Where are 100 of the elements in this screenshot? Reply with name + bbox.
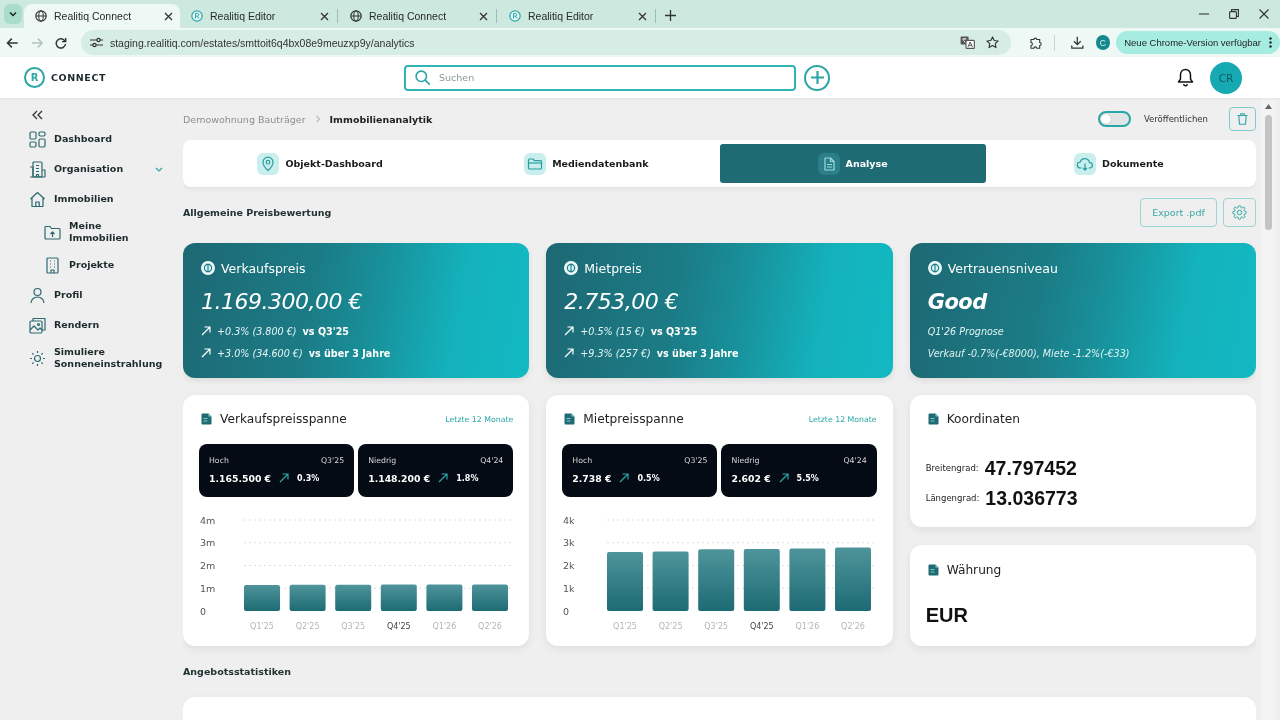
tab[interactable]: Mediendatenbank — [453, 144, 720, 183]
document-icon — [927, 564, 939, 576]
browser-tab[interactable]: Realitiq Connect — [24, 4, 180, 28]
translate-icon[interactable] — [960, 36, 976, 49]
chart-bar — [698, 549, 735, 611]
price-value: 2.753,00 € — [564, 288, 680, 316]
update-button[interactable]: Neue Chrome-Version verfügbar — [1116, 31, 1280, 54]
document-icon — [201, 413, 212, 425]
chart-bar — [335, 584, 372, 611]
double-chevron-left-icon[interactable] — [32, 110, 43, 120]
axis-label: 2k — [563, 560, 575, 571]
close-icon[interactable] — [638, 11, 647, 21]
chart-bar — [289, 584, 326, 611]
card-title: Koordinaten — [946, 412, 1022, 426]
search-field[interactable]: Suchen — [404, 64, 796, 91]
stat-value: 1.148.200 € — [368, 472, 431, 484]
sidebar-item[interactable]: Rendern — [29, 310, 183, 340]
rating-value: Good — [927, 289, 989, 316]
tab-search-button[interactable] — [4, 4, 22, 24]
chart-bar — [380, 584, 417, 611]
scrollbar-thumb[interactable] — [1265, 115, 1272, 230]
more-vertical-icon[interactable] — [1268, 37, 1272, 48]
stat-change: 0.5% — [637, 473, 660, 483]
app-logo[interactable]: R CONNECT — [24, 67, 107, 88]
site-settings-icon[interactable] — [89, 37, 103, 48]
scroll-up-icon[interactable] — [1265, 104, 1272, 109]
image-icon — [29, 316, 46, 334]
axis-label: Q1'26 — [432, 622, 457, 631]
axis-label: 0 — [563, 605, 570, 617]
trend-up-icon — [778, 473, 789, 483]
chart-bar — [244, 585, 280, 611]
trend-up-icon — [619, 473, 630, 483]
download-icon[interactable] — [1071, 36, 1084, 49]
tab[interactable]: Dokumente — [985, 144, 1252, 183]
axis-label: 1k — [563, 582, 575, 594]
coin-icon — [927, 261, 942, 275]
close-icon[interactable] — [320, 11, 329, 21]
card-title: Vertrauensniveau — [947, 260, 1058, 276]
add-button[interactable] — [804, 64, 830, 91]
change-period: vs Q3'25 — [302, 325, 349, 337]
chart-bar — [472, 584, 508, 611]
change-value: +0.3% (3.800 €) — [217, 325, 297, 337]
sidebar-item[interactable]: Dashboard — [29, 124, 183, 154]
document-icon — [927, 413, 939, 425]
toggle-label: Veröffentlichen — [1143, 114, 1208, 124]
coin-icon — [201, 261, 215, 275]
forecast-detail: Verkauf -0.7%(-€8000), Miete -1.2%(-€33) — [927, 347, 1130, 359]
change-period: vs Q3'25 — [650, 325, 698, 337]
plus-icon[interactable] — [665, 10, 676, 21]
address-bar[interactable]: staging.realitiq.com/estates/smttoit6q4bx08e9meuzxp9y/analytics — [80, 30, 1012, 55]
person-icon — [29, 286, 46, 304]
trash-icon — [1237, 113, 1248, 125]
stat-value: 1.165.500 € — [209, 472, 272, 484]
chevron-down-icon — [8, 9, 18, 19]
restore-icon[interactable] — [1229, 9, 1239, 19]
back-arrow-icon[interactable] — [6, 36, 19, 49]
trend-up-icon — [564, 326, 575, 336]
folder-upload-icon — [44, 223, 61, 241]
axis-label: Q2'25 — [659, 622, 683, 631]
stat-value: 2.738 € — [572, 472, 612, 484]
close-icon[interactable] — [479, 11, 488, 21]
chart-bar — [744, 549, 781, 611]
sidebar-item[interactable]: Projekte — [29, 250, 183, 280]
sidebar-item[interactable]: Immobilien — [29, 184, 183, 214]
sidebar-item[interactable]: Simuliere Sonneneinstrahlung — [29, 340, 183, 376]
settings-icon — [1232, 205, 1247, 220]
toggle-switch[interactable] — [1097, 111, 1131, 127]
close-icon[interactable] — [164, 11, 173, 21]
browser-tab[interactable]: Realitiq Connect — [339, 4, 495, 28]
section-title: Angebotsstatistiken — [183, 665, 292, 679]
chart-bar — [426, 584, 463, 611]
chart-bar — [607, 552, 644, 611]
tab[interactable]: Analyse — [719, 144, 986, 183]
browser-tab[interactable]: Realitiq Editor — [498, 4, 654, 28]
bell-icon[interactable] — [1177, 68, 1194, 87]
location-pin-icon — [257, 152, 280, 175]
change-value: +0.5% (15 €) — [580, 325, 645, 337]
sidebar-item[interactable]: Organisation — [29, 154, 183, 184]
sidebar-item[interactable]: Meine Immobilien — [29, 214, 183, 250]
tab[interactable]: Objekt-Dashboard — [187, 144, 454, 183]
card-title: Währung — [946, 563, 1003, 577]
sun-icon — [29, 349, 46, 367]
close-icon[interactable] — [1259, 9, 1269, 19]
star-icon[interactable] — [986, 36, 1000, 49]
coin-icon — [564, 261, 579, 275]
chevron-down-icon[interactable] — [155, 166, 163, 172]
house-icon — [29, 190, 46, 208]
dashboard-grid-icon — [29, 130, 46, 148]
change-period: vs über 3 Jahre — [656, 347, 739, 359]
reload-icon[interactable] — [55, 36, 67, 49]
profile-avatar[interactable]: C — [1095, 35, 1111, 50]
trend-up-icon — [438, 473, 449, 483]
sidebar-item[interactable]: Profil — [29, 280, 183, 310]
trend-up-icon — [201, 348, 211, 358]
axis-label: 3k — [563, 537, 575, 549]
office-building-icon — [44, 256, 61, 274]
puzzle-icon[interactable] — [1030, 36, 1044, 49]
browser-tab[interactable]: Realitiq Editor — [180, 4, 336, 28]
stat-change: 1.8% — [456, 473, 479, 483]
axis-label: 4m — [200, 514, 216, 526]
